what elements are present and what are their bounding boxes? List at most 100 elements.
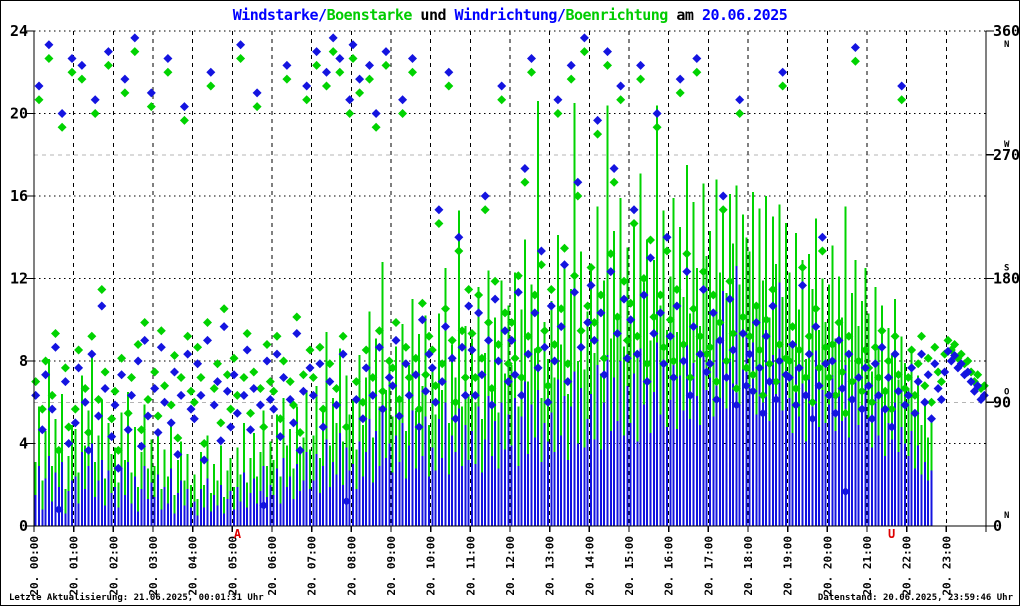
wind-bar xyxy=(246,507,249,526)
gust-direction-point xyxy=(183,331,193,341)
wind-direction-point xyxy=(255,400,265,410)
gust-direction-point xyxy=(97,285,107,294)
wind-direction-point xyxy=(408,54,417,63)
wind-bar xyxy=(242,472,245,526)
compass-label: N xyxy=(1004,40,1009,50)
left-tick-label: 8 xyxy=(19,352,28,370)
gust-direction-point xyxy=(345,109,355,118)
wind-direction-point xyxy=(348,40,358,50)
wind-bar xyxy=(229,490,232,526)
wind-bar xyxy=(474,464,477,526)
gust-direction-point xyxy=(520,177,530,187)
gust-direction-point xyxy=(239,373,249,382)
wind-direction-point xyxy=(454,232,464,242)
wind-bar xyxy=(279,503,282,526)
wind-bar xyxy=(130,503,133,526)
wind-direction-point xyxy=(586,280,596,290)
wind-bar xyxy=(193,501,196,527)
wind-bar xyxy=(391,472,394,526)
wind-bar xyxy=(894,402,897,527)
gust-direction-point xyxy=(328,47,338,57)
wind-bar xyxy=(616,420,619,526)
gust-direction-point xyxy=(391,318,401,327)
gust-direction-point xyxy=(890,331,900,341)
wind-bar xyxy=(209,511,212,526)
gust-direction-point xyxy=(90,109,100,118)
wind-bar xyxy=(507,414,510,526)
wind-bar xyxy=(114,486,116,526)
gust-direction-point xyxy=(434,219,444,228)
wind-bar xyxy=(38,466,40,526)
x-tick-label: 20. 07:00 xyxy=(306,536,319,596)
gust-direction-point xyxy=(103,60,113,70)
wind-direction-point xyxy=(123,425,133,435)
wind-bar xyxy=(325,439,328,526)
wind-direction-point xyxy=(546,301,556,311)
gust-direction-point xyxy=(140,318,150,327)
wind-direction-point xyxy=(345,95,355,105)
wind-bar xyxy=(497,468,500,527)
wind-bar xyxy=(153,497,156,526)
wind-bar xyxy=(437,418,440,527)
gust-direction-point xyxy=(348,54,358,63)
wind-bar xyxy=(728,358,731,526)
wind-direction-point xyxy=(189,414,199,424)
wind-bar xyxy=(143,466,146,526)
gust-direction-point xyxy=(930,342,940,352)
wind-bar xyxy=(484,439,487,526)
wind-bar xyxy=(424,416,427,526)
wind-direction-point xyxy=(226,422,236,432)
gust-direction-point xyxy=(335,67,345,77)
wind-bar xyxy=(768,420,771,526)
wind-bar xyxy=(77,503,80,526)
wind-bar xyxy=(464,424,467,526)
wind-bar xyxy=(828,404,830,526)
gust-direction-point xyxy=(163,67,173,77)
wind-direction-point xyxy=(236,40,246,50)
x-tick-label: 20. 06:00 xyxy=(266,536,279,596)
wind-bar xyxy=(64,513,67,526)
left-tick-label: 12 xyxy=(10,270,28,288)
wind-direction-point xyxy=(365,60,374,70)
wind-bar xyxy=(137,511,140,526)
gust-direction-point xyxy=(100,367,110,377)
wind-bar xyxy=(907,455,910,526)
left-tick-label: 0 xyxy=(19,517,28,535)
wind-bar xyxy=(550,412,553,526)
wind-bar xyxy=(305,451,308,527)
wind-direction-point xyxy=(778,67,788,77)
wind-bar xyxy=(378,466,381,526)
wind-direction-point xyxy=(391,335,401,345)
wind-direction-point xyxy=(603,47,612,57)
wind-bar xyxy=(913,468,916,527)
gust-direction-point xyxy=(173,433,183,443)
compass-label: S xyxy=(1004,264,1009,274)
wind-bar xyxy=(748,387,751,526)
gust-direction-point xyxy=(123,408,133,418)
wind-bar xyxy=(761,402,764,527)
wind-direction-point xyxy=(229,370,239,380)
wind-bar xyxy=(563,396,566,526)
wind-bar xyxy=(180,480,183,526)
gust-direction-point xyxy=(236,54,246,63)
gust-direction-point xyxy=(127,373,136,382)
wind-bar xyxy=(646,381,649,526)
wind-bar xyxy=(186,488,189,526)
wind-bar xyxy=(176,493,179,526)
wind-bar xyxy=(272,495,275,526)
wind-bar xyxy=(517,466,520,526)
wind-bar xyxy=(586,418,589,527)
wind-bar xyxy=(553,451,556,527)
gust-direction-point xyxy=(229,353,239,363)
wind-direction-point xyxy=(652,109,662,118)
gust-direction-point xyxy=(265,377,275,387)
wind-direction-point xyxy=(163,54,173,63)
wind-bar xyxy=(897,451,900,527)
wind-bar xyxy=(223,513,226,526)
x-tick-label: 20. 12:00 xyxy=(504,536,517,596)
gust-direction-point xyxy=(259,422,269,432)
wind-direction-point xyxy=(117,370,127,380)
gust-direction-point xyxy=(603,60,612,70)
wind-chart: Windstarke/Boenstarke und Windrichtung/B… xyxy=(0,0,1020,606)
wind-bar xyxy=(457,408,460,526)
